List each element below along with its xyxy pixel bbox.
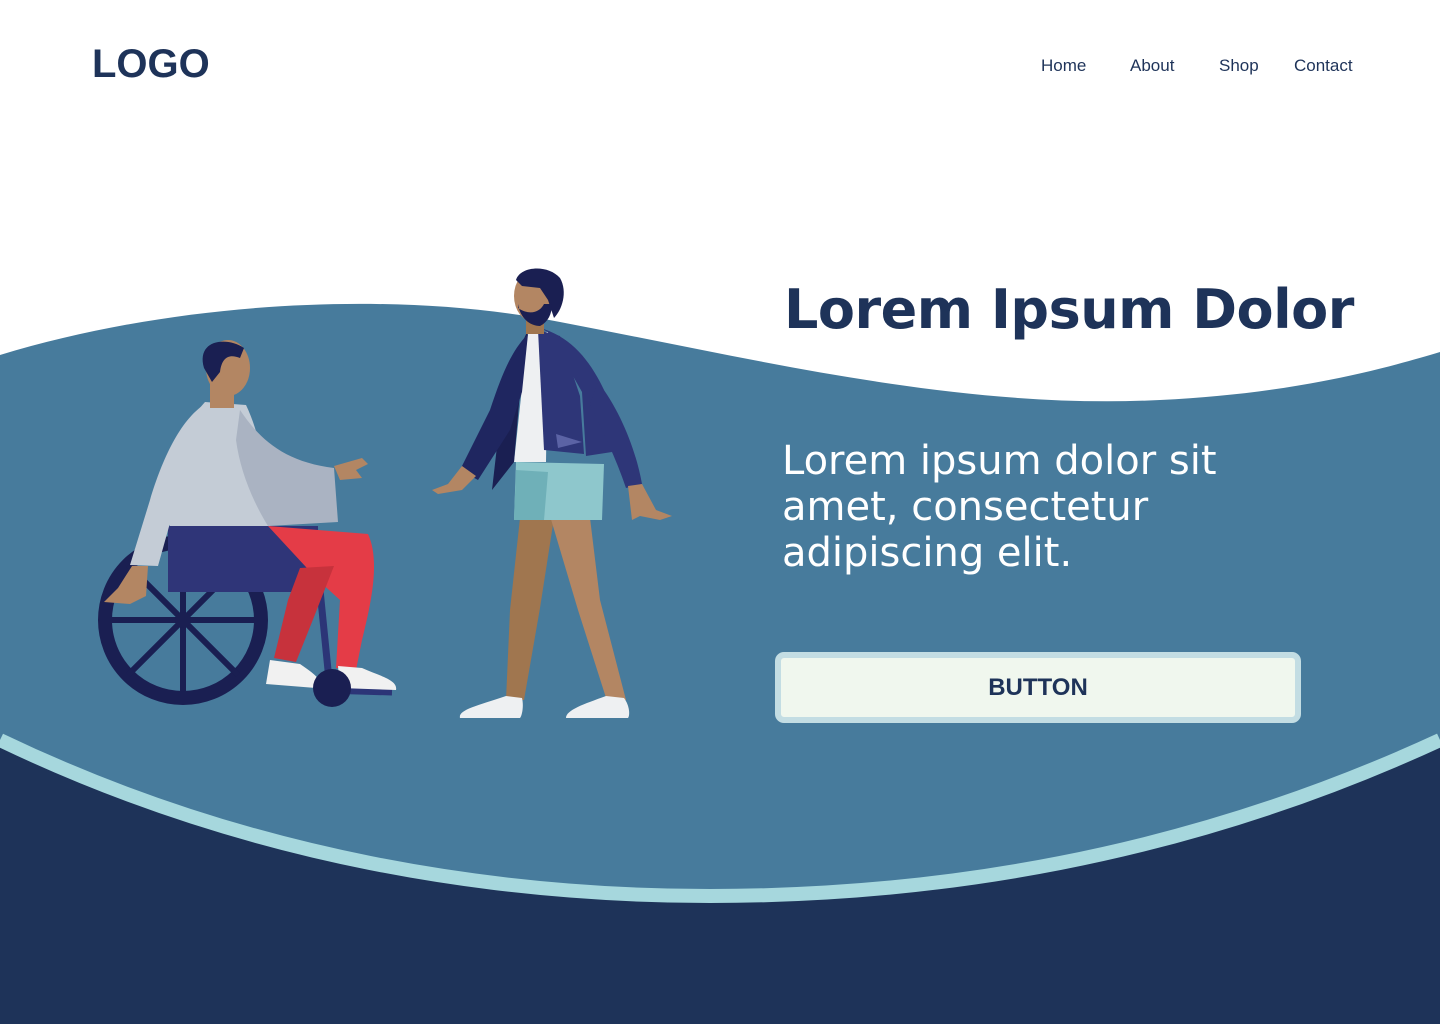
site-header: LOGO Home About Shop Contact [0,0,1440,130]
nav-link-about[interactable]: About [1130,56,1174,76]
nav-link-shop[interactable]: Shop [1219,56,1259,76]
walking-person [432,268,672,718]
nav-link-contact[interactable]: Contact [1294,56,1353,76]
main-nav: Home About Shop Contact [0,56,1440,86]
hero-cta-button[interactable]: BUTTON [775,652,1301,723]
hero-description: Lorem ipsum dolor sit amet, consectetur … [782,438,1217,576]
person-in-wheelchair [98,340,397,707]
nav-link-home[interactable]: Home [1041,56,1086,76]
hero-title: Lorem Ipsum Dolor [784,278,1354,341]
